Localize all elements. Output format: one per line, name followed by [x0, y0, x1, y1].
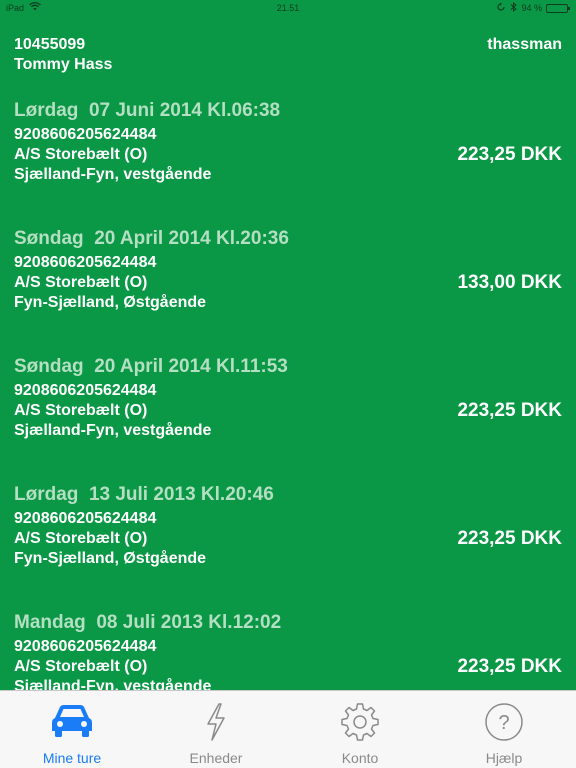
trip-card-number: 9208606205624484 — [14, 638, 157, 655]
trip-list[interactable]: Lørdag 07 Juni 2014 Kl.06:38 92086062056… — [0, 100, 576, 690]
trip-date: Lørdag 13 Juli 2013 Kl.20:46 — [14, 484, 274, 505]
trip-row[interactable]: Mandag 08 Juli 2013 Kl.12:02 92086062056… — [0, 612, 576, 690]
status-time: 21.51 — [276, 3, 300, 13]
trip-route: Sjælland-Fyn, vestgående — [14, 166, 212, 183]
trip-amount: 223,25 DKK — [457, 656, 562, 677]
trip-card-number: 9208606205624484 — [14, 254, 157, 271]
trip-row[interactable]: Lørdag 13 Juli 2013 Kl.20:46 92086062056… — [0, 484, 576, 574]
trip-card-number: 9208606205624484 — [14, 126, 157, 143]
trip-row[interactable]: Lørdag 07 Juni 2014 Kl.06:38 92086062056… — [0, 100, 576, 190]
trip-row[interactable]: Søndag 20 April 2014 Kl.20:36 9208606205… — [0, 228, 576, 318]
username: thassman — [487, 36, 562, 53]
account-header: 10455099 Tommy Hass thassman — [0, 34, 576, 76]
lightning-icon — [193, 701, 239, 743]
trip-card-number: 9208606205624484 — [14, 382, 157, 399]
bluetooth-icon — [510, 1, 518, 14]
question-icon: ? — [481, 701, 527, 743]
trip-route: Fyn-Sjælland, Østgående — [14, 550, 207, 567]
trip-amount: 223,25 DKK — [457, 144, 562, 165]
trip-operator: A/S Storebælt (O) — [14, 146, 148, 163]
trip-route: Sjælland-Fyn, vestgående — [14, 678, 212, 690]
trip-date: Mandag 08 Juli 2013 Kl.12:02 — [14, 612, 282, 633]
trip-route: Fyn-Sjælland, Østgående — [14, 294, 207, 311]
trip-row[interactable]: Søndag 20 April 2014 Kl.11:53 9208606205… — [0, 356, 576, 446]
trip-operator: A/S Storebælt (O) — [14, 530, 148, 547]
trip-operator: A/S Storebælt (O) — [14, 658, 148, 675]
tab-label: Mine ture — [42, 750, 102, 766]
trip-card-number: 9208606205624484 — [14, 510, 157, 527]
car-icon — [49, 701, 95, 743]
account-number: 10455099 — [14, 36, 86, 53]
trip-route: Sjælland-Fyn, vestgående — [14, 422, 212, 439]
tab-bar: Mine ture Enheder Konto ? Hjælp — [0, 690, 576, 768]
trip-date: Søndag 20 April 2014 Kl.11:53 — [14, 356, 288, 377]
gear-icon — [337, 701, 383, 743]
status-bar: iPad 21.51 94 % — [0, 0, 576, 16]
trip-date: Søndag 20 April 2014 Kl.20:36 — [14, 228, 289, 249]
trip-amount: 223,25 DKK — [457, 528, 562, 549]
svg-text:?: ? — [498, 712, 509, 734]
battery-percent: 94 % — [521, 3, 542, 13]
tab-label: Enheder — [189, 750, 243, 766]
tab-konto[interactable]: Konto — [288, 691, 432, 768]
tab-label: Konto — [341, 750, 379, 766]
trip-operator: A/S Storebælt (O) — [14, 402, 148, 419]
trip-amount: 133,00 DKK — [457, 272, 562, 293]
trip-operator: A/S Storebælt (O) — [14, 274, 148, 291]
battery-icon — [546, 3, 570, 13]
account-name: Tommy Hass — [14, 56, 113, 73]
tab-mine-ture[interactable]: Mine ture — [0, 691, 144, 768]
tab-label: Hjælp — [485, 750, 523, 766]
tab-enheder[interactable]: Enheder — [144, 691, 288, 768]
tab-hjaelp[interactable]: ? Hjælp — [432, 691, 576, 768]
trip-date: Lørdag 07 Juni 2014 Kl.06:38 — [14, 100, 281, 121]
rotation-lock-icon — [496, 2, 506, 14]
trip-amount: 223,25 DKK — [457, 400, 562, 421]
